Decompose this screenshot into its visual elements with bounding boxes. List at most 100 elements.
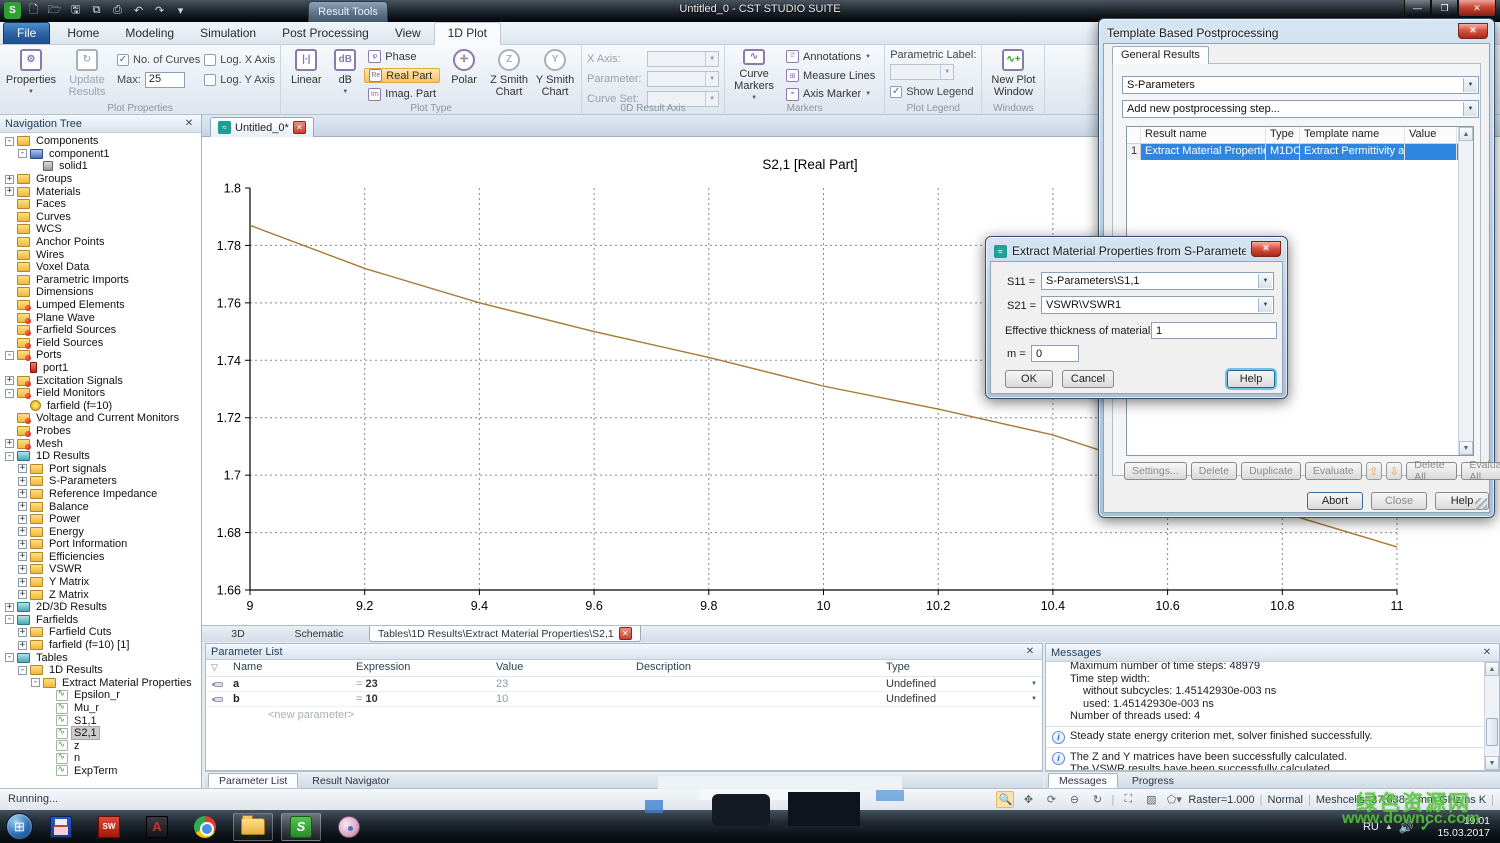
tree-expander-icon[interactable]: - — [5, 137, 14, 146]
tree-item-faces[interactable]: Faces — [0, 198, 201, 211]
zoom-tool-icon[interactable]: 🔍 — [996, 791, 1014, 808]
curve-markers-button[interactable]: ∿ Curve Markers▼ — [730, 47, 778, 102]
taskbar-cst-icon[interactable]: S — [281, 813, 321, 841]
evaluate-button[interactable]: Evaluate — [1305, 462, 1362, 480]
tree-item-lumped-elements[interactable]: Lumped Elements — [0, 299, 201, 312]
close-tab-icon[interactable]: ✕ — [293, 121, 306, 134]
db-button[interactable]: dB dB▼ — [330, 47, 360, 102]
close-dialog-button[interactable]: ✕ — [1458, 23, 1488, 39]
parameter-row-b[interactable]: b= 1010Undefined▼ — [206, 692, 1042, 707]
help-button[interactable]: Help — [1227, 370, 1275, 388]
tree-expander-icon[interactable]: - — [18, 666, 27, 675]
tree-item-farfield-sources[interactable]: Farfield Sources — [0, 324, 201, 337]
move-up-icon[interactable]: ⇧ — [1366, 462, 1382, 480]
tree-item-z[interactable]: z — [0, 740, 201, 753]
tab-home[interactable]: Home — [54, 23, 112, 44]
tree-item-excitation-signals[interactable]: +Excitation Signals — [0, 374, 201, 387]
table-row-selected[interactable]: 1Extract Material PropertiesM1DCExtract … — [1127, 144, 1473, 160]
type-dropdown-icon[interactable]: ▼ — [1031, 696, 1037, 702]
taskbar-save-app-icon[interactable] — [41, 813, 81, 841]
add-postprocessing-step-select[interactable]: Add new postprocessing step...▼ — [1122, 100, 1479, 118]
tree-item-voltage-and-current-monitors[interactable]: Voltage and Current Monitors — [0, 412, 201, 425]
scrollbar[interactable]: ▲ ▼ — [1484, 662, 1499, 770]
tree-item-wires[interactable]: Wires — [0, 248, 201, 261]
close-panel-icon[interactable]: ✕ — [182, 117, 196, 131]
copy-icon[interactable]: ⧉ — [88, 2, 105, 19]
tree-expander-icon[interactable]: + — [18, 540, 27, 549]
tree-item-z-matrix[interactable]: +Z Matrix — [0, 588, 201, 601]
linear-button[interactable]: |∙| Linear — [286, 47, 326, 102]
tree-expander-icon[interactable]: + — [18, 477, 27, 486]
scroll-down-icon[interactable]: ▼ — [1485, 756, 1499, 770]
taskbar-autocad-icon[interactable]: A — [137, 813, 177, 841]
taskbar-paint-icon[interactable] — [329, 813, 369, 841]
tree-expander-icon[interactable]: + — [18, 590, 27, 599]
tree-item-mu-r[interactable]: Mu_r — [0, 702, 201, 715]
pan-tool-icon[interactable]: ✥ — [1019, 791, 1037, 808]
measure-lines-button[interactable]: ⊞ Measure Lines — [782, 68, 879, 84]
mesh-view-icon[interactable]: ▨ — [1142, 791, 1160, 808]
tree-item-epsilon-r[interactable]: Epsilon_r — [0, 689, 201, 702]
tree-item-farfields[interactable]: -Farfields — [0, 614, 201, 627]
tree-expander-icon[interactable]: + — [18, 578, 27, 587]
evaluate-all-button[interactable]: Evaluate All — [1461, 462, 1500, 480]
ok-button[interactable]: OK — [1005, 370, 1053, 388]
customize-toolbar-icon[interactable]: ▾ — [172, 2, 189, 19]
tree-item-voxel-data[interactable]: Voxel Data — [0, 261, 201, 274]
duplicate-button[interactable]: Duplicate — [1241, 462, 1301, 480]
tab-post-processing[interactable]: Post Processing — [269, 23, 382, 44]
tree-item-parametric-imports[interactable]: Parametric Imports — [0, 274, 201, 287]
undo-icon[interactable]: ↶ — [130, 2, 147, 19]
tree-expander-icon[interactable]: - — [5, 452, 14, 461]
scroll-thumb[interactable] — [1486, 718, 1498, 746]
tree-expander-icon[interactable]: + — [5, 175, 14, 184]
tree-item-port1[interactable]: port1 — [0, 362, 201, 375]
tree-item-components[interactable]: -Components — [0, 135, 201, 148]
zoom-out-icon[interactable]: ⊖ — [1065, 791, 1083, 808]
polar-button[interactable]: ✛ Polar — [444, 47, 484, 102]
scroll-up-icon[interactable]: ▲ — [1459, 127, 1473, 141]
view-cube-icon[interactable]: ⬠▾ — [1165, 791, 1183, 808]
redo-icon[interactable]: ↷ — [151, 2, 168, 19]
print-icon[interactable]: ⎙ — [109, 2, 126, 19]
cancel-button[interactable]: Cancel — [1062, 370, 1114, 388]
tree-expander-icon[interactable]: + — [18, 489, 27, 498]
save-icon[interactable]: 🖫 — [67, 2, 84, 19]
tree-item-groups[interactable]: +Groups — [0, 173, 201, 186]
tree-item-vswr[interactable]: +VSWR — [0, 563, 201, 576]
tab-general-results[interactable]: General Results — [1112, 46, 1209, 64]
tab-file[interactable]: File — [3, 22, 50, 44]
parameter-row-a[interactable]: a= 2323Undefined▼ — [206, 677, 1042, 692]
tree-expander-icon[interactable]: + — [5, 187, 14, 196]
move-down-icon[interactable]: ⇩ — [1386, 462, 1402, 480]
tree-expander-icon[interactable]: - — [31, 678, 40, 687]
imag-part-button[interactable]: Im Imag. Part — [364, 86, 440, 102]
settings-button[interactable]: Settings... — [1124, 462, 1187, 480]
tree-item-dimensions[interactable]: Dimensions — [0, 286, 201, 299]
tree-item-farfield-f-10[interactable]: farfield (f=10) — [0, 399, 201, 412]
tree-expander-icon[interactable]: + — [5, 439, 14, 448]
tree-item-field-sources[interactable]: Field Sources — [0, 337, 201, 350]
tree-expander-icon[interactable]: - — [5, 389, 14, 398]
open-file-icon[interactable]: 🗁 — [46, 2, 63, 19]
tree-item-y-matrix[interactable]: +Y Matrix — [0, 576, 201, 589]
tree-expander-icon[interactable]: + — [18, 641, 27, 650]
tree-expander-icon[interactable]: + — [18, 565, 27, 574]
tree-expander-icon[interactable]: - — [5, 653, 14, 662]
taskbar-chrome-icon[interactable] — [185, 813, 225, 841]
s11-select[interactable]: S-Parameters\S1,1▼ — [1041, 272, 1274, 290]
table-scrollbar[interactable]: ▲ ▼ — [1458, 127, 1473, 455]
tree-expander-icon[interactable]: - — [5, 615, 14, 624]
tree-expander-icon[interactable]: - — [5, 351, 14, 360]
tab-tables-s21[interactable]: Tables\1D Results\Extract Material Prope… — [369, 626, 641, 642]
tab-parameter-list[interactable]: Parameter List — [208, 773, 298, 788]
close-button[interactable]: Close — [1371, 492, 1427, 510]
tree-item-s-parameters[interactable]: +S-Parameters — [0, 475, 201, 488]
tree-item-port-signals[interactable]: +Port signals — [0, 462, 201, 475]
tree-item-1d-results[interactable]: -1D Results — [0, 450, 201, 463]
tree-expander-icon[interactable]: + — [18, 515, 27, 524]
close-dialog-button[interactable]: ✕ — [1251, 241, 1281, 257]
maximize-button[interactable]: ❐ — [1431, 0, 1458, 17]
tree-item-tables[interactable]: -Tables — [0, 651, 201, 664]
tree-item-curves[interactable]: Curves — [0, 211, 201, 224]
